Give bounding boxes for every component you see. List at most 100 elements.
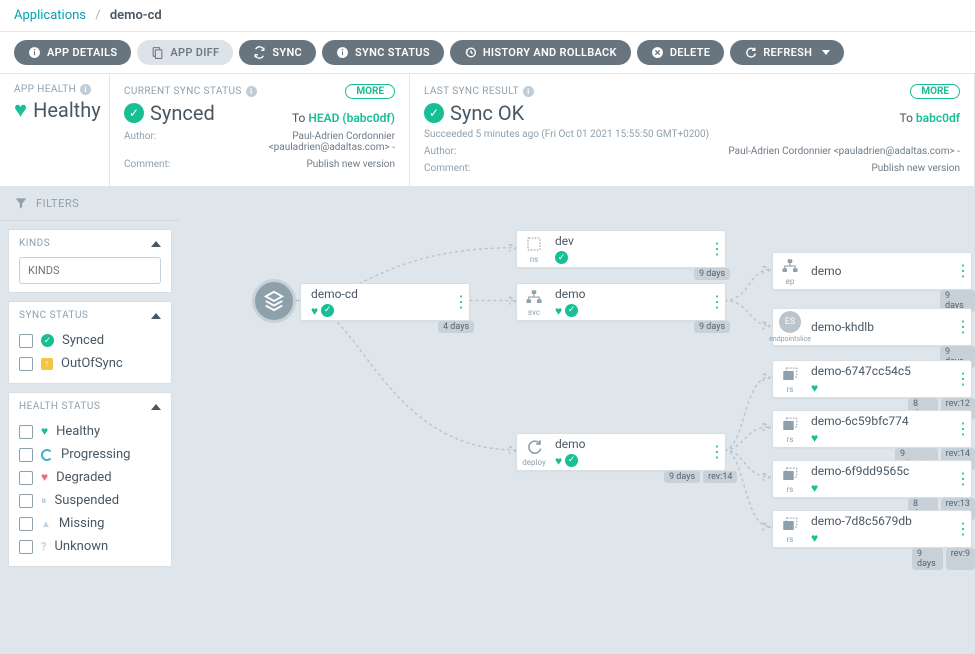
check-circle-icon: ✓ (124, 103, 144, 123)
delete-icon (651, 46, 664, 59)
status-row: APP HEALTHi ♥Healthy CURRENT SYNC STATUS… (0, 74, 975, 186)
breadcrumb: Applications / demo-cd (0, 0, 975, 32)
heart-icon: ♥ (14, 97, 27, 123)
filter-degraded[interactable]: Degraded (19, 466, 161, 489)
progressing-icon (41, 449, 53, 461)
node-menu[interactable]: ⋮ (453, 298, 469, 306)
degraded-icon (41, 470, 48, 485)
replicaset-icon (779, 365, 801, 383)
endpoints-icon (779, 257, 801, 275)
synced-icon: ✓ (41, 334, 54, 347)
filter-missing[interactable]: Missing (19, 512, 161, 535)
node-rs[interactable]: rs demo-6f9dd9565c ⋮ (772, 460, 972, 498)
health-status-panel: HEALTH STATUS Healthy Progressing Degrad… (8, 392, 172, 567)
filter-healthy[interactable]: Healthy (19, 420, 161, 443)
info-icon[interactable]: i (80, 84, 91, 95)
resource-graph[interactable]: demo-cd ✓ ⋮ 4 days ns dev✓ ⋮ 9 days svc … (180, 186, 975, 654)
endpointslice-icon: ES (779, 311, 801, 333)
kinds-header[interactable]: KINDS (19, 238, 161, 249)
node-menu[interactable]: ⋮ (955, 475, 971, 483)
node-menu[interactable]: ⋮ (709, 245, 725, 253)
service-icon (523, 288, 545, 306)
node-app[interactable]: demo-cd ✓ ⋮ (300, 283, 470, 321)
sync-status-panel: SYNC STATUS ✓Synced ↑OutOfSync (8, 301, 172, 384)
kinds-panel: KINDS (8, 229, 172, 293)
node-menu[interactable]: ⋮ (955, 323, 971, 331)
node-endpointslice[interactable]: ESendpointslice demo-khdlb ⋮ (772, 308, 972, 346)
filter-outofsync[interactable]: ↑OutOfSync (19, 352, 161, 375)
filter-unknown[interactable]: Unknown (19, 535, 161, 558)
diff-icon (151, 46, 164, 59)
more-button[interactable]: MORE (345, 84, 395, 99)
heart-icon (555, 304, 562, 318)
filter-synced[interactable]: ✓Synced (19, 329, 161, 352)
breadcrumb-separator: / (95, 8, 100, 23)
node-ep[interactable]: ep demo ⋮ (772, 252, 972, 290)
check-icon: ✓ (565, 454, 578, 467)
missing-icon (41, 516, 51, 531)
node-menu[interactable]: ⋮ (709, 298, 725, 306)
node-menu[interactable]: ⋮ (955, 375, 971, 383)
info-icon[interactable]: i (523, 86, 534, 97)
history-icon (464, 46, 477, 59)
more-button[interactable]: MORE (910, 84, 960, 99)
filter-progressing[interactable]: Progressing (19, 443, 161, 466)
sync-status-header[interactable]: SYNC STATUS (19, 310, 161, 321)
suspended-icon (41, 493, 47, 508)
heart-icon (811, 431, 818, 445)
check-icon: ✓ (555, 251, 568, 264)
app-health-card: APP HEALTHi ♥Healthy (0, 74, 110, 186)
toolbar: APP DETAILS APP DIFF SYNC SYNC STATUS HI… (0, 32, 975, 74)
replicaset-icon (779, 465, 801, 483)
history-button[interactable]: HISTORY AND ROLLBACK (450, 40, 631, 65)
heart-icon (555, 454, 562, 468)
heart-icon (311, 304, 318, 318)
outofsync-icon: ↑ (41, 358, 53, 370)
info-icon (336, 46, 349, 59)
sync-revision[interactable]: To HEAD (babc0df) (292, 111, 395, 125)
node-menu[interactable]: ⋮ (955, 525, 971, 533)
health-status-header[interactable]: HEALTH STATUS (19, 401, 161, 412)
chevron-up-icon (151, 313, 161, 319)
last-sync-card: LAST SYNC RESULTi MORE ✓Sync OK To babc0… (410, 74, 975, 186)
app-root-icon[interactable] (252, 279, 296, 323)
app-diff-button[interactable]: APP DIFF (137, 40, 233, 65)
heart-icon (811, 481, 818, 495)
refresh-button[interactable]: REFRESH (730, 40, 844, 65)
unknown-icon (41, 539, 46, 554)
chevron-up-icon (151, 241, 161, 247)
filters-sidebar: FILTERS KINDS SYNC STATUS ✓Synced ↑OutOf… (0, 186, 180, 654)
filter-icon (14, 196, 28, 210)
sync-status-button[interactable]: SYNC STATUS (322, 40, 444, 65)
node-rs[interactable]: rs demo-6747cc54c5 ⋮ (772, 360, 972, 398)
sync-button[interactable]: SYNC (239, 40, 316, 65)
chevron-down-icon (822, 50, 830, 55)
last-sync-revision[interactable]: To babc0df (900, 111, 961, 125)
filters-header: FILTERS (0, 186, 180, 221)
check-icon: ✓ (321, 304, 334, 317)
node-rs[interactable]: rs demo-6c59bfc774 ⋮ (772, 410, 972, 448)
node-svc[interactable]: svc demo✓ ⋮ (516, 283, 726, 321)
replicaset-icon (779, 515, 801, 533)
last-sync-timestamp: Succeeded 5 minutes ago (Fri Oct 01 2021… (424, 129, 960, 140)
node-ns[interactable]: ns dev✓ ⋮ (516, 230, 726, 268)
filter-suspended[interactable]: Suspended (19, 489, 161, 512)
app-details-button[interactable]: APP DETAILS (14, 40, 131, 65)
kinds-input[interactable] (19, 257, 161, 284)
check-circle-icon: ✓ (424, 103, 444, 123)
deploy-icon (523, 438, 545, 456)
node-rs[interactable]: rs demo-7d8c5679db ⋮ (772, 510, 972, 548)
node-menu[interactable]: ⋮ (955, 425, 971, 433)
breadcrumb-parent[interactable]: Applications (14, 8, 86, 23)
sync-status-card: CURRENT SYNC STATUSi MORE ✓Synced To HEA… (110, 74, 410, 186)
heart-icon (811, 381, 818, 395)
age-badge: 4 days (438, 321, 474, 333)
refresh-icon (744, 46, 757, 59)
node-deploy[interactable]: deploy demo✓ ⋮ (516, 433, 726, 471)
node-menu[interactable]: ⋮ (955, 267, 971, 275)
node-menu[interactable]: ⋮ (709, 448, 725, 456)
info-icon[interactable]: i (246, 86, 257, 97)
delete-button[interactable]: DELETE (637, 40, 724, 65)
heart-icon (811, 531, 818, 545)
chevron-up-icon (151, 404, 161, 410)
